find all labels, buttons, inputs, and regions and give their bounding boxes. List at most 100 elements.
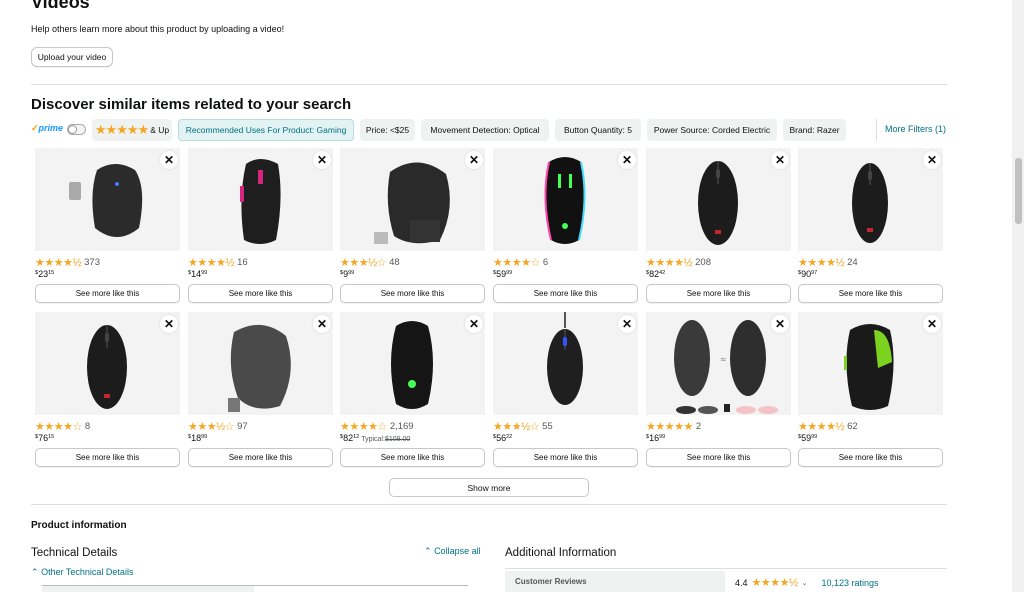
close-icon[interactable]: ✕ <box>160 315 178 333</box>
close-icon[interactable]: ✕ <box>923 315 941 333</box>
review-count: 55 <box>542 421 553 432</box>
collapse-all-label: Collapse all <box>434 546 481 556</box>
see-more-like-this-button[interactable]: See more like this <box>188 284 333 303</box>
section-divider <box>31 504 947 505</box>
see-more-like-this-button[interactable]: See more like this <box>798 448 943 467</box>
stars-icon[interactable]: ★★★★½ <box>752 576 799 589</box>
close-icon[interactable]: ✕ <box>160 151 178 169</box>
product-price: $7615 <box>35 433 55 443</box>
vertical-scrollbar[interactable] <box>1012 0 1024 592</box>
product-image[interactable] <box>646 148 791 251</box>
review-count: 48 <box>389 257 400 268</box>
product-rating[interactable]: ★★★★½ 62 <box>798 420 858 433</box>
show-more-button[interactable]: Show more <box>389 478 589 497</box>
discover-title: Discover similar items related to your s… <box>31 96 352 113</box>
product-rating[interactable]: ★★★★½ 373 <box>35 256 100 269</box>
product-card[interactable]: ✕ ★★★★☆ 2,169 $8212 Typical:$109.00 See m… <box>340 312 485 468</box>
filter-chip-price[interactable]: Price: <$25 <box>360 119 415 141</box>
review-count: 2 <box>695 421 702 432</box>
close-icon[interactable]: ✕ <box>771 151 789 169</box>
other-technical-details-toggle[interactable]: ⌃ Other Technical Details <box>31 567 133 578</box>
upload-video-button[interactable]: Upload your video <box>31 47 113 67</box>
close-icon[interactable]: ✕ <box>771 315 789 333</box>
prime-check-icon: ✓ <box>31 123 39 133</box>
see-more-like-this-button[interactable]: See more like this <box>493 448 638 467</box>
customer-reviews-row: Customer Reviews 4.4 ★★★★½ ⌄ 10,123 rati… <box>505 571 947 592</box>
filter-chip-power[interactable]: Power Source: Corded Electric <box>647 119 777 141</box>
product-rating[interactable]: ★★★★½ 208 <box>646 256 711 269</box>
see-more-like-this-button[interactable]: See more like this <box>798 284 943 303</box>
product-rating[interactable]: ★★★★☆ 8 <box>35 420 90 433</box>
product-image[interactable]: ≈ <box>646 312 791 415</box>
see-more-like-this-button[interactable]: See more like this <box>35 284 180 303</box>
product-image[interactable] <box>188 312 333 415</box>
chevron-down-icon[interactable]: ⌄ <box>802 579 808 587</box>
product-rating[interactable]: ★★★½☆ 48 <box>340 256 400 269</box>
see-more-like-this-button[interactable]: See more like this <box>493 284 638 303</box>
ratings-count-link[interactable]: 10,123 ratings <box>822 578 879 588</box>
svg-text:≈: ≈ <box>720 355 727 364</box>
review-count: 2,169 <box>389 421 414 432</box>
see-more-like-this-button[interactable]: See more like this <box>188 448 333 467</box>
see-more-like-this-button[interactable]: See more like this <box>646 284 791 303</box>
product-image[interactable] <box>493 148 638 251</box>
product-rating[interactable]: ★★★★½ 24 <box>798 256 858 269</box>
filter-chip-brand[interactable]: Brand: Razer <box>783 119 846 141</box>
product-card[interactable]: ✕ ★★★★☆ 8 $7615 See more like this <box>35 312 180 468</box>
scrollbar-thumb[interactable] <box>1015 158 1022 224</box>
product-card[interactable]: ✕ ★★★½☆ 48 $999 See more like this <box>340 148 485 304</box>
close-icon[interactable]: ✕ <box>923 151 941 169</box>
tech-table-cell <box>42 586 254 592</box>
product-card[interactable]: ≈ ✕ ★★★★★ 2 $1699 See more like this <box>646 312 791 468</box>
product-rating[interactable]: ★★★½☆ 97 <box>188 420 248 433</box>
more-filters-link[interactable]: More Filters (1) <box>885 124 946 134</box>
product-card[interactable]: ✕ ★★★★½ 16 $1499 See more like this <box>188 148 333 304</box>
prime-label: prime <box>38 123 64 133</box>
filter-chip-buttons[interactable]: Button Quantity: 5 <box>555 119 641 141</box>
product-card[interactable]: ✕ ★★★★½ 373 $2315 See more like this <box>35 148 180 304</box>
review-count: 24 <box>847 257 858 268</box>
filter-chip-uses[interactable]: Recommended Uses For Product: Gaming <box>178 119 354 141</box>
product-rating[interactable]: ★★★★½ 16 <box>188 256 248 269</box>
filter-separator <box>876 119 877 141</box>
product-image[interactable] <box>35 312 180 415</box>
product-card[interactable]: ✕ ★★★★☆ 6 $5999 See more like this <box>493 148 638 304</box>
product-rating[interactable]: ★★★★★ 2 <box>646 420 701 433</box>
prime-filter[interactable]: ✓prime <box>31 123 63 134</box>
star-rating-filter-chip[interactable]: ★★★★★ & Up <box>92 119 172 141</box>
close-icon[interactable]: ✕ <box>465 151 483 169</box>
close-icon[interactable]: ✕ <box>313 151 331 169</box>
see-more-like-this-button[interactable]: See more like this <box>340 284 485 303</box>
see-more-like-this-button[interactable]: See more like this <box>35 448 180 467</box>
product-card[interactable]: ✕ ★★★★½ 62 $5999 See more like this <box>798 312 943 468</box>
product-rating[interactable]: ★★★½☆ 55 <box>493 420 553 433</box>
close-icon[interactable]: ✕ <box>313 315 331 333</box>
stars-icon: ★★★★½ <box>35 257 82 269</box>
product-card[interactable]: ✕ ★★★★½ 208 $8242 See more like this <box>646 148 791 304</box>
product-image[interactable] <box>340 148 485 251</box>
product-card[interactable]: ✕ ★★★½☆ 97 $1899 See more like this <box>188 312 333 468</box>
stars-icon: ★★★½☆ <box>493 421 540 433</box>
close-icon[interactable]: ✕ <box>618 151 636 169</box>
see-more-like-this-button[interactable]: See more like this <box>646 448 791 467</box>
close-icon[interactable]: ✕ <box>618 315 636 333</box>
product-image[interactable] <box>798 148 943 251</box>
see-more-like-this-button[interactable]: See more like this <box>340 448 485 467</box>
close-icon[interactable]: ✕ <box>465 315 483 333</box>
prime-toggle[interactable] <box>67 124 86 135</box>
stars-icon: ★★★★★ <box>646 421 693 433</box>
collapse-all-link[interactable]: ⌃ Collapse all <box>424 546 481 557</box>
chevron-up-icon: ⌃ <box>31 567 39 577</box>
product-rating[interactable]: ★★★★☆ 2,169 <box>340 420 414 433</box>
product-price: $1899 <box>188 433 208 443</box>
product-image[interactable] <box>493 312 638 415</box>
product-image[interactable] <box>35 148 180 251</box>
filter-chip-movement[interactable]: Movement Detection: Optical <box>421 119 549 141</box>
product-rating[interactable]: ★★★★☆ 6 <box>493 256 548 269</box>
product-image[interactable] <box>340 312 485 415</box>
stars-icon: ★★★★★ <box>94 122 149 137</box>
product-image[interactable] <box>798 312 943 415</box>
product-card[interactable]: ✕ ★★★★½ 24 $9097 See more like this <box>798 148 943 304</box>
product-image[interactable] <box>188 148 333 251</box>
product-card[interactable]: ✕ ★★★½☆ 55 $5622 See more like this <box>493 312 638 468</box>
